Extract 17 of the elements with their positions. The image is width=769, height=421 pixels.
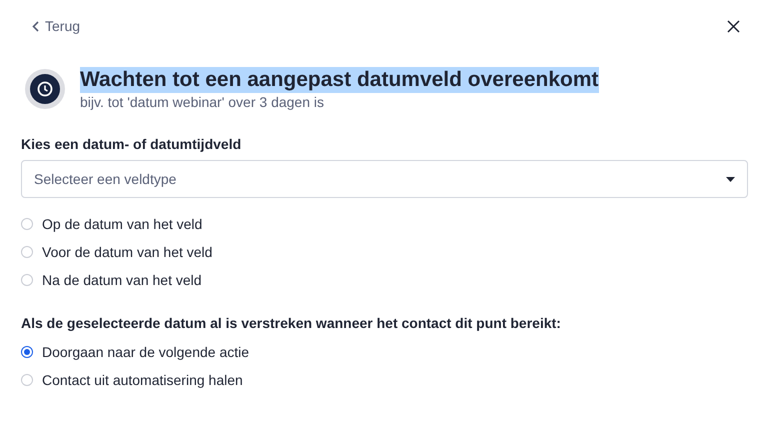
field-type-select[interactable]: Selecteer een veldtype (21, 160, 748, 198)
radio-button[interactable] (21, 346, 33, 358)
clock-icon (25, 69, 65, 109)
chevron-left-icon (32, 21, 39, 32)
radio-label: Voor de datum van het veld (42, 242, 212, 262)
back-link[interactable]: Terug (32, 16, 80, 37)
caret-down-icon (726, 176, 735, 182)
radio-label: Na de datum van het veld (42, 270, 202, 290)
radio-label: Op de datum van het veld (42, 214, 202, 234)
section-label: Als de geselecteerde datum al is verstreken wanneer het contact dit punt bereikt: (21, 314, 561, 333)
close-icon (727, 20, 740, 33)
field-label: Kies een datum- of datumtijdveld (21, 135, 242, 154)
radio-label: Contact uit automatisering halen (42, 370, 243, 390)
page-title: Wachten tot een aangepast datumveld overeenkomt (80, 67, 599, 93)
radio-label: Doorgaan naar de volgende actie (42, 342, 250, 362)
page-subtitle: bijv. tot 'datum webinar' over 3 dagen is (80, 93, 325, 111)
close-button[interactable] (725, 18, 742, 35)
